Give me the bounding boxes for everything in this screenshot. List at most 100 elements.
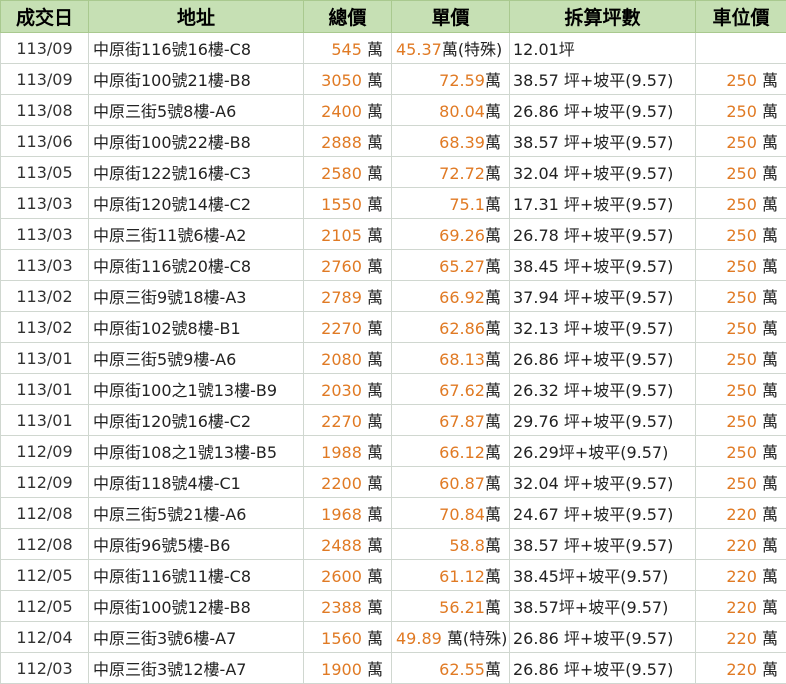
- unit-price-cell: 62.86萬: [392, 312, 510, 343]
- total-price-unit: 萬: [367, 71, 383, 90]
- date-cell: 113/01: [1, 343, 89, 374]
- parking-price-value: 250: [726, 257, 757, 276]
- table-row: 113/06中原街100號22樓-B82888 萬68.39萬38.57 坪+坡…: [1, 126, 786, 157]
- total-price-value: 2105: [321, 226, 362, 245]
- total-price-cell: 1900 萬: [304, 653, 392, 684]
- parking-price-cell: 250 萬: [696, 219, 786, 250]
- total-price-unit: 萬: [367, 381, 383, 400]
- parking-price-cell: 250 萬: [696, 126, 786, 157]
- total-price-value: 2580: [321, 164, 362, 183]
- total-price-cell: 2080 萬: [304, 343, 392, 374]
- total-price-cell: 2488 萬: [304, 529, 392, 560]
- unit-price-unit: 萬: [485, 598, 501, 617]
- total-price-value: 2488: [321, 536, 362, 555]
- total-price-value: 2080: [321, 350, 362, 369]
- total-price-unit: 萬: [367, 412, 383, 431]
- header-total-price: 總價: [304, 1, 392, 33]
- parking-price-cell: 250 萬: [696, 157, 786, 188]
- address-cell: 中原三街3號12樓-A7: [89, 653, 304, 684]
- total-price-unit: 萬: [367, 350, 383, 369]
- total-price-value: 2760: [321, 257, 362, 276]
- unit-price-value: 72.59: [439, 71, 485, 90]
- total-price-cell: 2105 萬: [304, 219, 392, 250]
- parking-price-unit: 萬: [762, 443, 778, 462]
- parking-price-cell: 250 萬: [696, 312, 786, 343]
- table-row: 113/01中原街100之1號13樓-B92030 萬67.62萬26.32 坪…: [1, 374, 786, 405]
- total-price-unit: 萬: [367, 195, 383, 214]
- header-date: 成交日: [1, 1, 89, 33]
- date-cell: 113/03: [1, 219, 89, 250]
- parking-price-unit: 萬: [762, 660, 778, 679]
- unit-price-value: 66.12: [439, 443, 485, 462]
- total-price-value: 1550: [321, 195, 362, 214]
- address-cell: 中原街122號16樓-C3: [89, 157, 304, 188]
- total-price-unit: 萬: [367, 288, 383, 307]
- unit-price-value: 75.1: [449, 195, 485, 214]
- unit-price-cell: 49.89 萬(特殊): [392, 622, 510, 653]
- unit-price-cell: 66.12萬: [392, 436, 510, 467]
- unit-price-cell: 66.92萬: [392, 281, 510, 312]
- unit-price-value: 67.62: [439, 381, 485, 400]
- total-price-value: 1900: [321, 660, 362, 679]
- date-cell: 113/03: [1, 188, 89, 219]
- date-cell: 112/09: [1, 436, 89, 467]
- parking-price-unit: 萬: [762, 257, 778, 276]
- total-price-value: 2400: [321, 102, 362, 121]
- total-price-unit: 萬: [367, 505, 383, 524]
- parking-price-unit: 萬: [762, 598, 778, 617]
- total-price-unit: 萬: [367, 257, 383, 276]
- unit-price-cell: 45.37萬(特殊): [392, 33, 510, 64]
- unit-price-value: 60.87: [439, 474, 485, 493]
- table-row: 113/08中原三街5號8樓-A62400 萬80.04萬26.86 坪+坡平(…: [1, 95, 786, 126]
- area-cell: 26.86 坪+坡平(9.57): [510, 95, 696, 126]
- unit-price-unit: 萬: [485, 536, 501, 555]
- address-cell: 中原街100號22樓-B8: [89, 126, 304, 157]
- address-cell: 中原街102號8樓-B1: [89, 312, 304, 343]
- parking-price-cell: 220 萬: [696, 591, 786, 622]
- parking-price-cell: [696, 33, 786, 64]
- area-cell: 24.67 坪+坡平(9.57): [510, 498, 696, 529]
- address-cell: 中原街100之1號13樓-B9: [89, 374, 304, 405]
- unit-price-unit: 萬: [485, 412, 501, 431]
- area-cell: 38.57坪+坡平(9.57): [510, 591, 696, 622]
- total-price-value: 1968: [321, 505, 362, 524]
- total-price-value: 3050: [321, 71, 362, 90]
- total-price-unit: 萬: [367, 102, 383, 121]
- area-cell: 38.57 坪+坡平(9.57): [510, 126, 696, 157]
- unit-price-value: 72.72: [439, 164, 485, 183]
- parking-price-value: 220: [726, 505, 757, 524]
- table-row: 112/09中原街118號4樓-C12200 萬60.87萬32.04 坪+坡平…: [1, 467, 786, 498]
- parking-price-value: 250: [726, 350, 757, 369]
- date-cell: 113/03: [1, 250, 89, 281]
- parking-price-unit: 萬: [762, 195, 778, 214]
- unit-price-value: 67.87: [439, 412, 485, 431]
- date-cell: 113/05: [1, 157, 89, 188]
- address-cell: 中原三街11號6樓-A2: [89, 219, 304, 250]
- total-price-unit: 萬: [367, 226, 383, 245]
- total-price-value: 2888: [321, 133, 362, 152]
- parking-price-cell: 250 萬: [696, 95, 786, 126]
- unit-price-cell: 61.12萬: [392, 560, 510, 591]
- parking-price-cell: 250 萬: [696, 188, 786, 219]
- total-price-cell: 2030 萬: [304, 374, 392, 405]
- unit-price-unit: 萬: [485, 257, 501, 276]
- area-cell: 26.78 坪+坡平(9.57): [510, 219, 696, 250]
- date-cell: 112/08: [1, 529, 89, 560]
- area-cell: 32.13 坪+坡平(9.57): [510, 312, 696, 343]
- total-price-cell: 2270 萬: [304, 405, 392, 436]
- header-area: 拆算坪數: [510, 1, 696, 33]
- parking-price-unit: 萬: [762, 71, 778, 90]
- parking-price-unit: 萬: [762, 102, 778, 121]
- unit-price-value: 62.55: [439, 660, 485, 679]
- unit-price-unit: 萬: [485, 505, 501, 524]
- table-row: 113/09中原街100號21樓-B83050 萬72.59萬38.57 坪+坡…: [1, 64, 786, 95]
- unit-price-cell: 67.87萬: [392, 405, 510, 436]
- unit-price-value: 68.13: [439, 350, 485, 369]
- parking-price-value: 220: [726, 629, 757, 648]
- total-price-unit: 萬: [367, 133, 383, 152]
- total-price-cell: 545 萬: [304, 33, 392, 64]
- total-price-value: 2270: [321, 412, 362, 431]
- unit-price-value: 66.92: [439, 288, 485, 307]
- table-row: 112/05中原街100號12樓-B82388 萬56.21萬38.57坪+坡平…: [1, 591, 786, 622]
- date-cell: 113/02: [1, 281, 89, 312]
